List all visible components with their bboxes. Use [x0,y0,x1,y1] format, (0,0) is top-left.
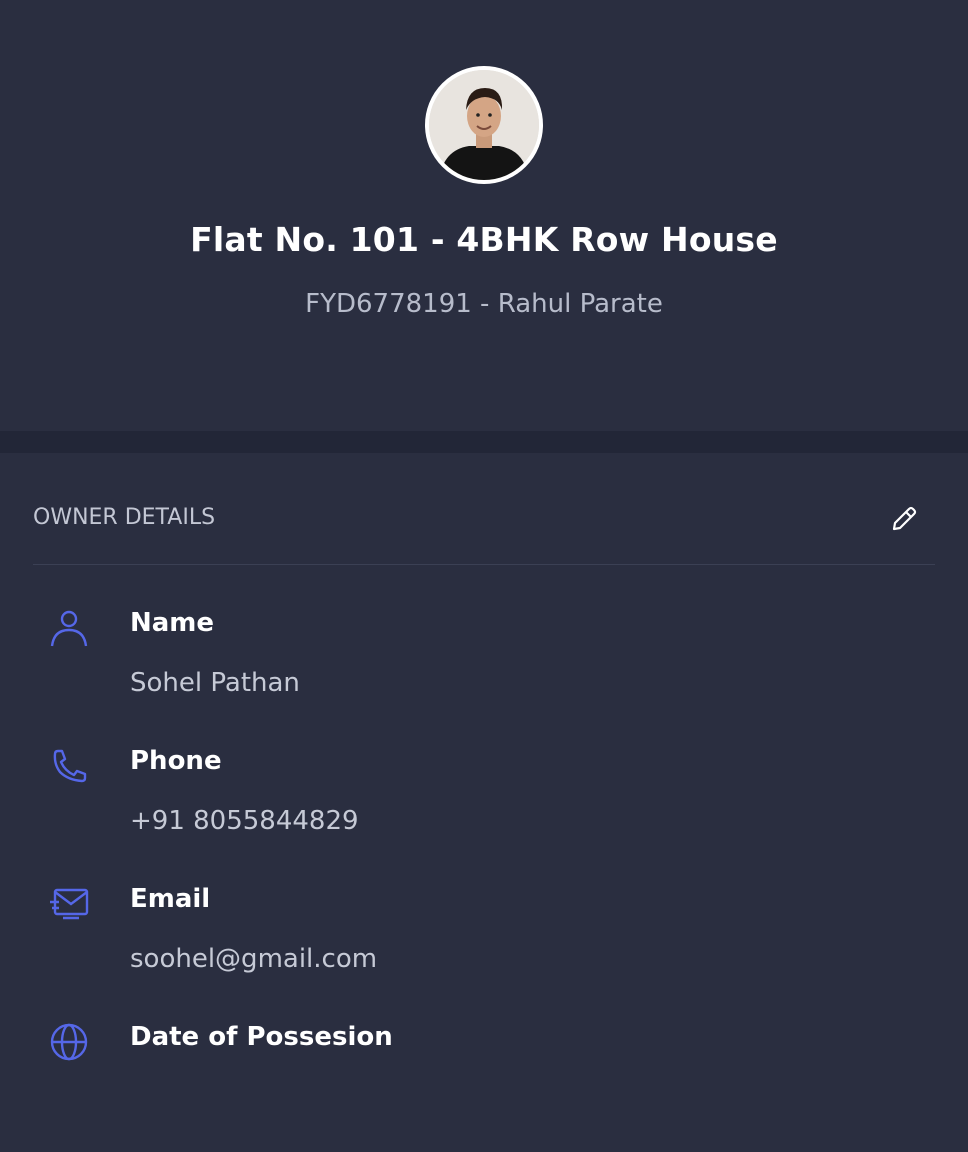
divider [33,564,935,565]
property-header: Flat No. 101 - 4BHK Row House FYD6778191… [0,0,968,431]
detail-row-name: Name Sohel Pathan [0,608,968,738]
profile-photo-icon [429,70,539,180]
pencil-icon [892,506,917,531]
phone-icon [48,746,92,790]
page-subtitle: FYD6778191 - Rahul Parate [305,289,663,319]
detail-row-email: Email soohel@gmail.com [0,884,968,1014]
detail-value: soohel@gmail.com [130,944,378,974]
user-icon [48,608,92,652]
avatar[interactable] [425,66,543,184]
detail-row-possession-date: Date of Possesion [0,1022,968,1152]
section-separator [0,431,968,453]
detail-label: Name [130,608,215,638]
detail-value: Sohel Pathan [130,668,300,698]
detail-label: Phone [130,746,222,776]
email-icon [48,884,92,928]
detail-value: +91 8055844829 [130,806,359,836]
edit-button[interactable] [884,499,924,539]
section-title: OWNER DETAILS [33,505,216,530]
page-title: Flat No. 101 - 4BHK Row House [190,220,778,259]
detail-row-phone: Phone +91 8055844829 [0,746,968,876]
owner-details-panel: OWNER DETAILS Name Sohel Pathan Phone +9… [0,453,968,1061]
globe-icon [48,1022,92,1066]
detail-label: Date of Possesion [130,1022,393,1052]
detail-label: Email [130,884,211,914]
